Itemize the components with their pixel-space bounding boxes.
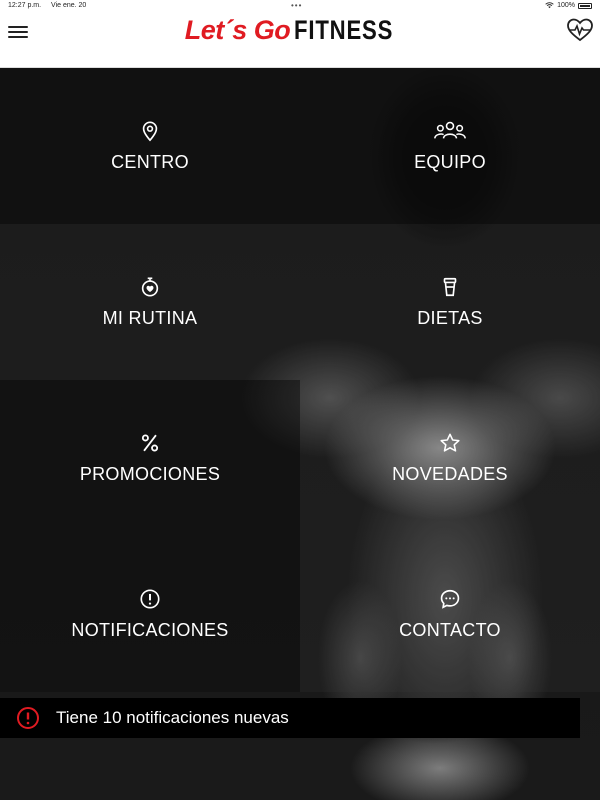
menu-item-label: CONTACTO	[399, 619, 501, 640]
menu-item-label: DIETAS	[417, 307, 483, 328]
main-menu-grid: CENTRO EQUIPO MI RUTINA DIETAS PROMOCION…	[0, 68, 600, 692]
logo-text-secondary: FITNESS	[294, 15, 394, 45]
battery-icon	[578, 2, 592, 9]
heart-pulse-icon	[567, 18, 593, 42]
app-header: Let´s Go FITNESS	[0, 12, 600, 68]
status-bar: 12:27 p.m. Vie ene. 20 ••• 100%	[0, 0, 600, 12]
percent-icon	[141, 433, 159, 452]
menu-item-mi-rutina[interactable]: MI RUTINA	[0, 224, 300, 380]
status-date: Vie ene. 20	[51, 2, 87, 9]
team-icon	[434, 121, 466, 139]
status-time: 12:27 p.m.	[8, 2, 42, 9]
menu-item-label: CENTRO	[111, 151, 189, 172]
menu-item-contacto[interactable]: CONTACTO	[300, 536, 600, 692]
wifi-icon	[545, 2, 554, 9]
shake-cup-icon	[443, 277, 457, 296]
multitask-dots-icon[interactable]: •••	[291, 1, 302, 10]
menu-item-novedades[interactable]: NOVEDADES	[300, 380, 600, 536]
menu-item-label: MI RUTINA	[102, 307, 198, 328]
alert-circle-icon	[17, 707, 39, 729]
menu-item-label: EQUIPO	[414, 151, 486, 172]
menu-item-equipo[interactable]: EQUIPO	[300, 68, 600, 224]
app-logo: Let´s Go FITNESS	[0, 15, 600, 46]
notification-text: Tiene 10 notificaciones nuevas	[56, 708, 289, 727]
star-icon	[440, 433, 460, 452]
menu-item-notificaciones[interactable]: NOTIFICACIONES	[0, 536, 300, 692]
logo-text-primary: Let´s Go	[184, 15, 291, 45]
menu-item-label: NOTIFICACIONES	[71, 619, 229, 640]
chat-bubble-icon	[440, 589, 460, 609]
stopwatch-heart-icon	[141, 276, 159, 297]
menu-item-dietas[interactable]: DIETAS	[300, 224, 600, 380]
notification-banner[interactable]: Tiene 10 notificaciones nuevas	[0, 698, 580, 738]
alert-circle-icon	[140, 588, 160, 609]
menu-item-label: PROMOCIONES	[79, 463, 221, 484]
menu-item-label: NOVEDADES	[392, 463, 508, 484]
battery-percent: 100%	[557, 2, 575, 9]
location-pin-icon	[142, 120, 158, 141]
menu-item-promociones[interactable]: PROMOCIONES	[0, 380, 300, 536]
menu-item-centro[interactable]: CENTRO	[0, 68, 300, 224]
heart-pulse-button[interactable]	[566, 17, 594, 43]
